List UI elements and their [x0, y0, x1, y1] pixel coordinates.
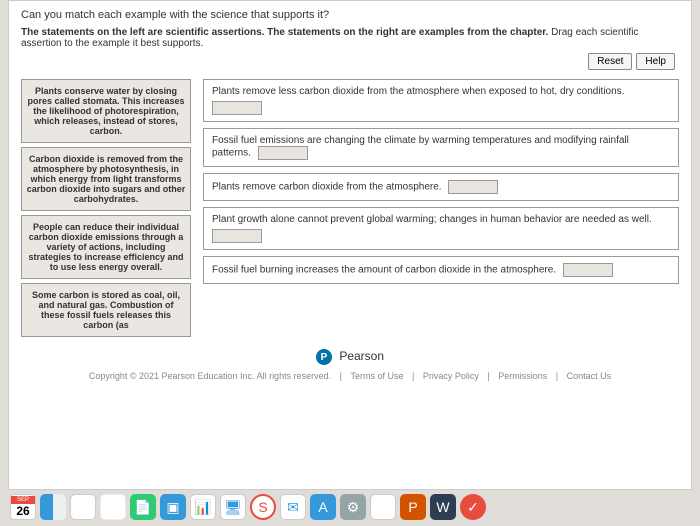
check-icon[interactable]: ✓	[460, 494, 486, 520]
target-text: Plants remove less carbon dioxide from t…	[212, 86, 624, 97]
app-icon[interactable]: 📄	[130, 494, 156, 520]
question-text: Can you match each example with the scie…	[21, 9, 679, 21]
photos-icon[interactable]: ✿	[100, 494, 126, 520]
drop-slot[interactable]	[258, 146, 308, 160]
copyright-line: Copyright © 2021 Pearson Education Inc. …	[21, 371, 679, 381]
brand-name: Pearson	[339, 349, 384, 363]
instructions: The statements on the left are scientifi…	[21, 27, 679, 49]
page-container: Can you match each example with the scie…	[8, 0, 692, 490]
calendar-month: SEP	[11, 496, 35, 504]
chrome-icon[interactable]: ◉	[370, 494, 396, 520]
word-icon[interactable]: W	[430, 494, 456, 520]
assertion-card[interactable]: Some carbon is stored as coal, oil, and …	[21, 283, 191, 337]
brand-footer: P Pearson	[21, 349, 679, 365]
assertion-card[interactable]: People can reduce their individual carbo…	[21, 215, 191, 279]
footer-link[interactable]: Terms of Use	[350, 371, 403, 381]
drop-target: Plants remove less carbon dioxide from t…	[203, 79, 679, 122]
reset-button[interactable]: Reset	[588, 53, 632, 70]
smart-icon[interactable]: S	[250, 494, 276, 520]
calendar-day: 26	[11, 504, 35, 518]
settings-icon[interactable]: ⚙	[340, 494, 366, 520]
assertion-card[interactable]: Plants conserve water by closing pores c…	[21, 79, 191, 143]
target-text: Plants remove carbon dioxide from the at…	[212, 182, 442, 193]
activity-controls: Reset Help	[588, 53, 675, 70]
assertions-column: Plants conserve water by closing pores c…	[21, 79, 191, 337]
assertion-card[interactable]: Carbon dioxide is removed from the atmos…	[21, 147, 191, 211]
macos-dock: SEP 26 ⋮ ✿ 📄 ▣ 📊 🖥 S ✉ A ⚙ ◉ P W ✓	[0, 490, 700, 524]
mail-icon[interactable]: ✉	[280, 494, 306, 520]
finder-icon[interactable]	[40, 494, 66, 520]
instructions-prefix: The statements on the left are scientifi…	[21, 27, 548, 38]
drop-target: Plants remove carbon dioxide from the at…	[203, 173, 679, 201]
drop-target: Fossil fuel burning increases the amount…	[203, 256, 679, 284]
drop-slot[interactable]	[212, 229, 262, 243]
activity-area: Reset Help Plants conserve water by clos…	[21, 57, 679, 337]
calendar-icon[interactable]: SEP 26	[10, 494, 36, 520]
drop-slot[interactable]	[563, 263, 613, 277]
copyright-text: Copyright © 2021 Pearson Education Inc. …	[89, 371, 331, 381]
footer-link[interactable]: Privacy Policy	[423, 371, 479, 381]
footer-link[interactable]: Permissions	[498, 371, 547, 381]
help-button[interactable]: Help	[636, 53, 675, 70]
charts-icon[interactable]: 📊	[190, 494, 216, 520]
drop-slot[interactable]	[448, 180, 498, 194]
app-icon[interactable]: ▣	[160, 494, 186, 520]
appstore-icon[interactable]: A	[310, 494, 336, 520]
footer-link[interactable]: Contact Us	[567, 371, 612, 381]
powerpoint-icon[interactable]: P	[400, 494, 426, 520]
targets-column: Plants remove less carbon dioxide from t…	[203, 79, 679, 337]
reminders-icon[interactable]: ⋮	[70, 494, 96, 520]
drop-target: Plant growth alone cannot prevent global…	[203, 207, 679, 250]
target-text: Plant growth alone cannot prevent global…	[212, 214, 652, 225]
target-text: Fossil fuel burning increases the amount…	[212, 265, 556, 276]
drop-slot[interactable]	[212, 101, 262, 115]
pearson-icon: P	[316, 349, 332, 365]
display-icon[interactable]: 🖥	[220, 494, 246, 520]
drop-target: Fossil fuel emissions are changing the c…	[203, 128, 679, 167]
